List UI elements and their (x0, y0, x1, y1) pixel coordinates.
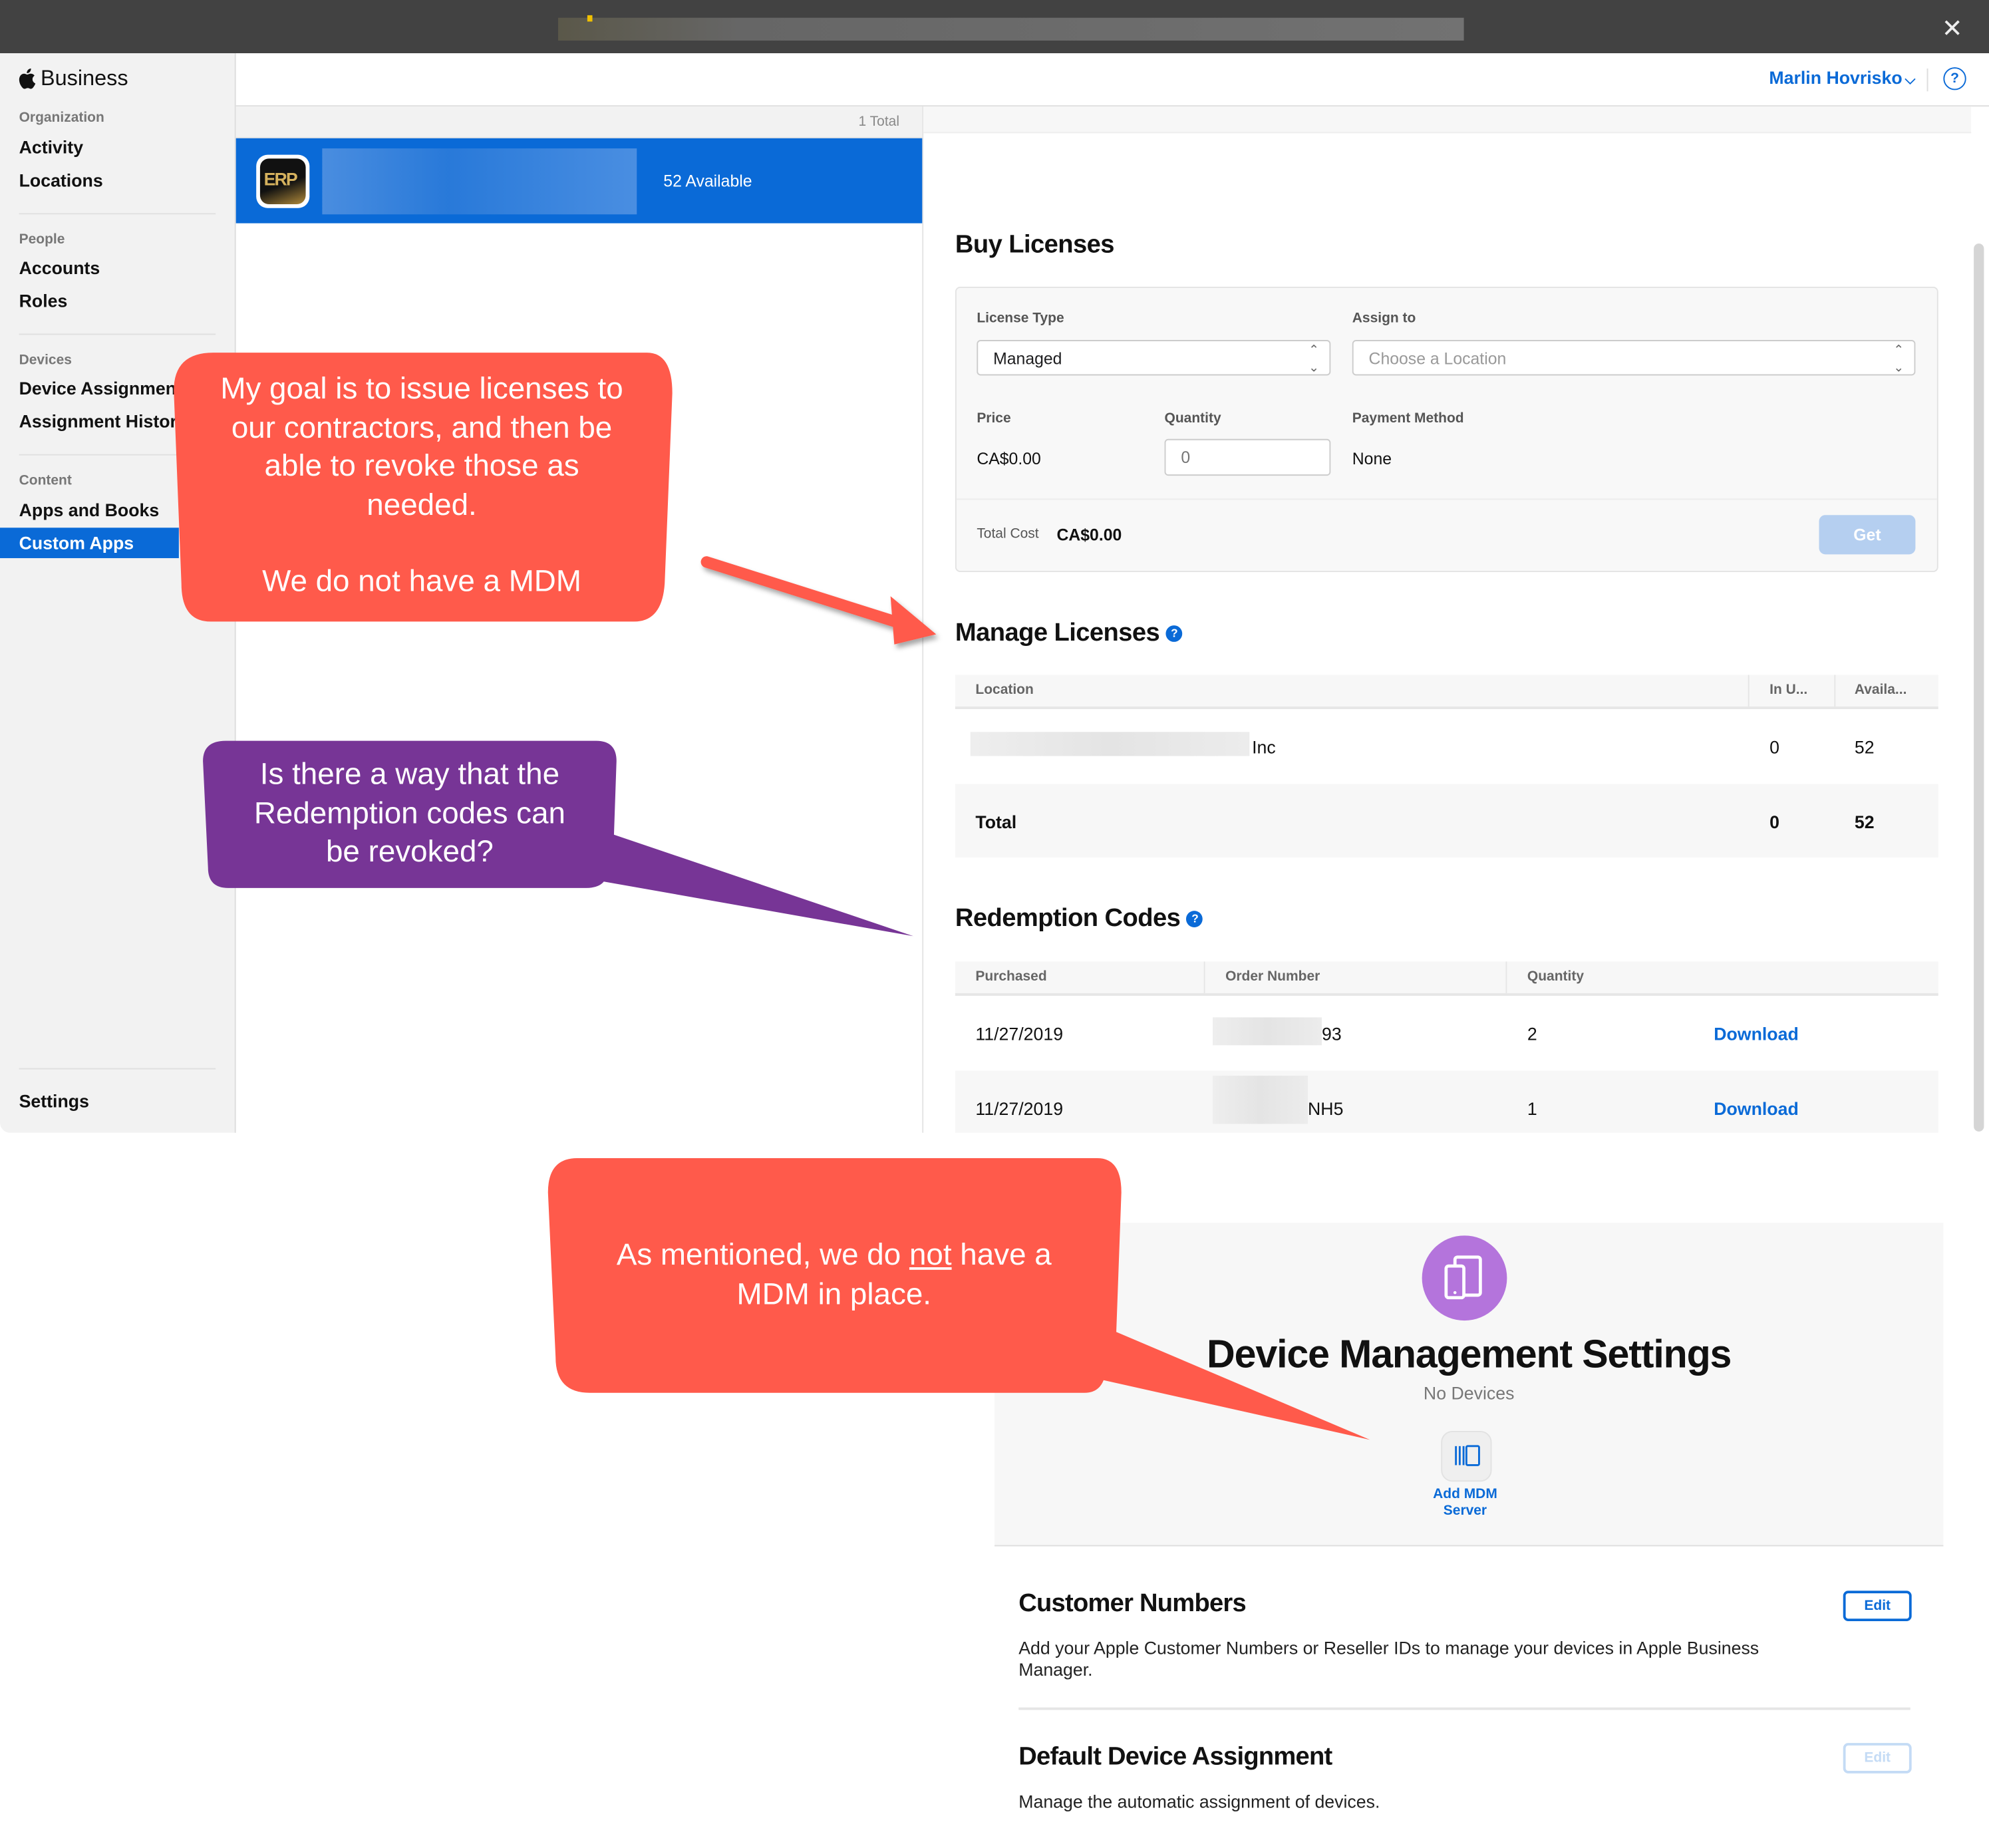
callout-line: MDM in place. (736, 1277, 932, 1311)
callout-line: As mentioned, we do not have a (552, 1237, 1117, 1275)
callout-text-part: have a (951, 1238, 1052, 1273)
callout-line: My goal is to issue licenses to (220, 371, 623, 406)
revoke-question-callout: Is there a way that the Redemption codes… (203, 756, 617, 872)
callout-line: We do not have a MDM (262, 564, 581, 599)
red-arrow-annotation (700, 556, 937, 645)
callout-line: be revoked? (325, 834, 494, 869)
callout-text-part: As mentioned, we do (616, 1238, 909, 1273)
callout-line: Is there a way that the (259, 757, 560, 792)
callout-text-emphasis: not (909, 1238, 952, 1273)
callout-line: able to revoke those as (264, 449, 579, 484)
callout-line: needed. (367, 488, 477, 522)
callout-spacer (178, 525, 666, 563)
goal-callout: My goal is to issue licenses to our cont… (178, 371, 666, 602)
annotation-layer (174, 353, 1370, 1440)
callout-line: our contractors, and then be (231, 410, 613, 445)
callout-line: Redemption codes can (253, 796, 565, 831)
no-mdm-callout: As mentioned, we do not have a MDM in pl… (552, 1237, 1117, 1314)
